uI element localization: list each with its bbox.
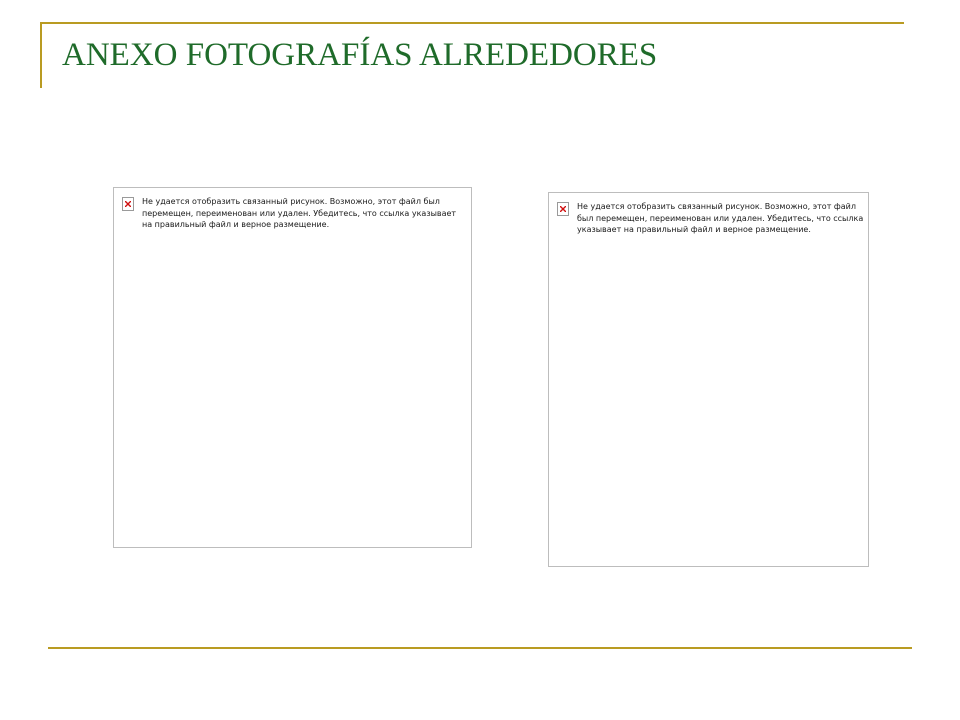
broken-image-message: Не удается отобразить связанный рисунок.… (142, 197, 457, 229)
top-divider (40, 22, 904, 24)
bottom-divider (48, 647, 912, 649)
broken-image-icon (122, 197, 134, 211)
left-divider (40, 22, 42, 88)
broken-image-message: Не удается отобразить связанный рисунок.… (577, 202, 864, 234)
slide-title: ANEXO FOTOGRAFÍAS ALREDEDORES (62, 37, 658, 73)
broken-image-icon (557, 202, 569, 216)
image-placeholder-left: Не удается отобразить связанный рисунок.… (113, 187, 472, 548)
image-placeholder-right: Не удается отобразить связанный рисунок.… (548, 192, 869, 567)
